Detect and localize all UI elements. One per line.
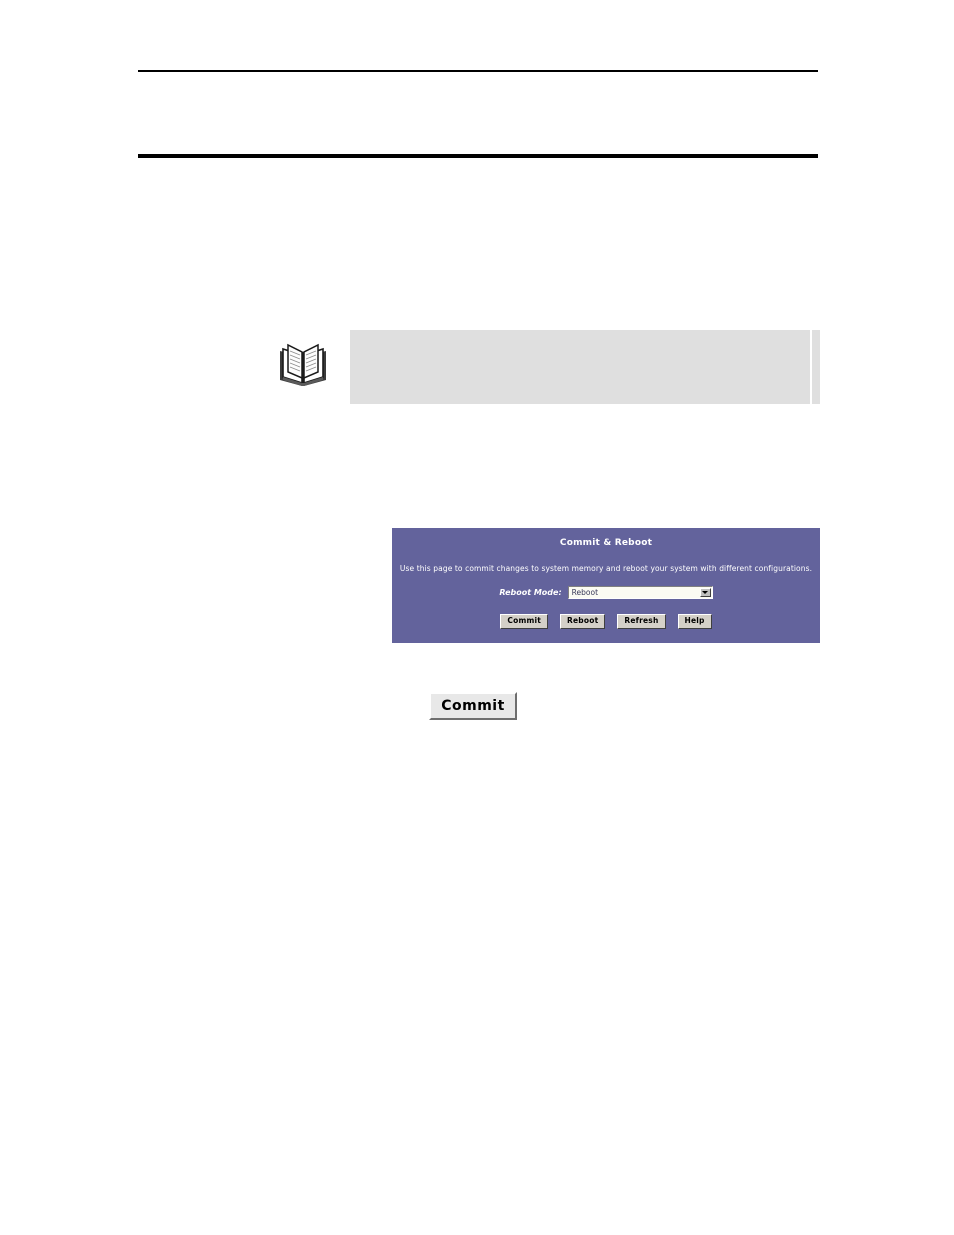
header-rule-thick bbox=[138, 154, 818, 158]
chevron-down-icon[interactable] bbox=[699, 588, 711, 597]
open-book-icon bbox=[275, 338, 331, 390]
commit-button[interactable]: Commit bbox=[500, 614, 549, 629]
note-callout bbox=[275, 330, 820, 405]
panel-description: Use this page to commit changes to syste… bbox=[399, 564, 813, 573]
reboot-mode-label: Reboot Mode: bbox=[499, 588, 562, 597]
note-box-tail bbox=[812, 330, 820, 404]
reboot-button[interactable]: Reboot bbox=[560, 614, 606, 629]
panel-button-row: Commit Reboot Refresh Help bbox=[392, 614, 820, 629]
refresh-button[interactable]: Refresh bbox=[617, 614, 666, 629]
standalone-commit-button[interactable]: Commit bbox=[429, 692, 517, 720]
panel-title: Commit & Reboot bbox=[559, 538, 653, 548]
help-button[interactable]: Help bbox=[677, 614, 712, 629]
reboot-mode-row: Reboot Mode: Reboot bbox=[392, 586, 820, 599]
commit-reboot-panel: Commit & Reboot Use this page to commit … bbox=[392, 528, 820, 643]
reboot-mode-value: Reboot bbox=[571, 588, 599, 597]
reboot-mode-select[interactable]: Reboot bbox=[567, 586, 713, 599]
header-rule-thin bbox=[138, 70, 818, 72]
note-box bbox=[350, 330, 810, 404]
